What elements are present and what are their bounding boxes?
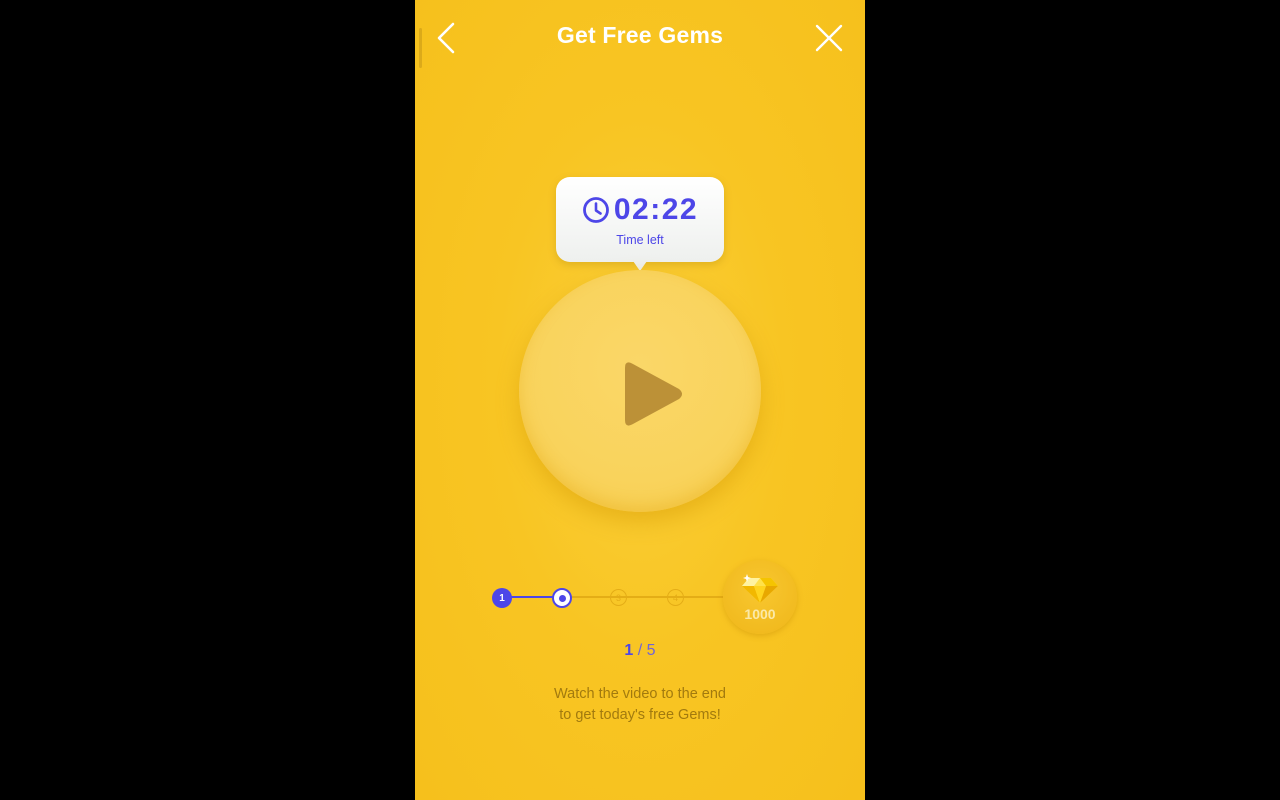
progress-tracker: 1 3 4 1000: [415, 560, 865, 636]
current-step-dot: [558, 594, 566, 602]
progress-step-3: 3: [610, 589, 627, 606]
counter-current: 1: [624, 642, 634, 659]
instructions-text: Watch the video to the end to get today'…: [415, 684, 865, 726]
timer-label: Time left: [616, 233, 664, 247]
video-counter: 1 / 5: [415, 642, 865, 660]
gem-reward-badge: 1000: [723, 560, 797, 634]
gem-icon: [742, 574, 778, 603]
timer-bubble: 02:22 Time left: [556, 177, 724, 271]
instructions-line-2: to get today's free Gems!: [559, 707, 721, 723]
clock-icon: [582, 197, 609, 223]
reward-amount: 1000: [744, 606, 776, 622]
page-title: Get Free Gems: [556, 22, 724, 48]
timer-value: 02:22: [613, 193, 699, 226]
play-icon: [625, 362, 682, 426]
app-screen: Get Free Gems 02:22 Time left 1 3 4 1000…: [415, 0, 865, 800]
play-video-button[interactable]: [519, 270, 761, 512]
close-icon: [815, 24, 843, 52]
close-button[interactable]: [811, 20, 847, 56]
progress-line-remaining: [572, 596, 724, 598]
timer-row: 02:22: [556, 195, 724, 225]
top-bar: Get Free Gems: [415, 0, 865, 76]
progress-step-4: 4: [667, 589, 684, 606]
progress-step-1: 1: [492, 588, 512, 608]
instructions-line-1: Watch the video to the end: [554, 686, 726, 702]
progress-step-2: [552, 588, 572, 608]
counter-total: / 5: [637, 642, 656, 659]
